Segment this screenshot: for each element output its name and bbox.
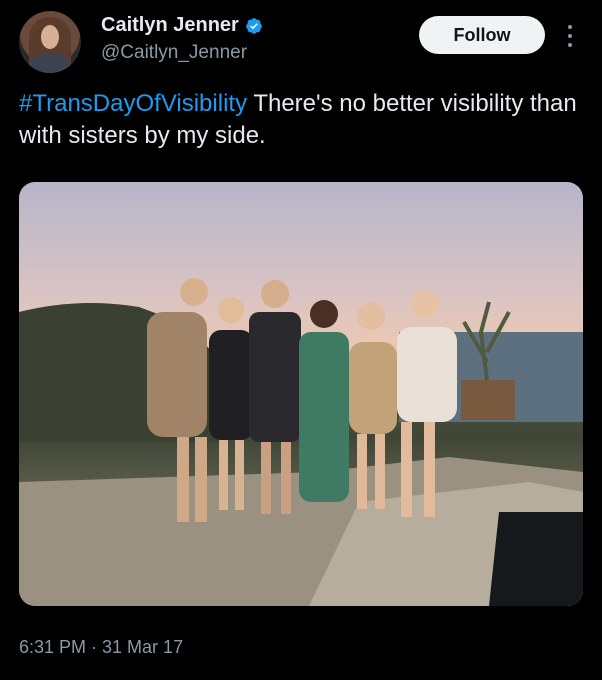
tweet-photo[interactable] [19, 182, 583, 606]
dot [568, 34, 572, 38]
more-options-icon[interactable] [563, 22, 577, 50]
hashtag-link[interactable]: #TransDayOfVisibility [19, 90, 247, 117]
tweet-timestamp[interactable]: 6:31 PM · 31 Mar 17 [19, 637, 183, 658]
author-display-name[interactable]: Caitlyn Jenner [101, 14, 239, 37]
tweet-text: #TransDayOfVisibility There's no better … [19, 88, 579, 152]
photo-scene [19, 278, 583, 606]
dot [568, 43, 572, 47]
pool [489, 512, 583, 606]
planter [461, 380, 515, 420]
avatar-face [41, 25, 59, 49]
dot [568, 25, 572, 29]
follow-button[interactable]: Follow [419, 16, 545, 54]
author-name-row[interactable]: Caitlyn Jenner [101, 14, 263, 37]
verified-badge-icon [245, 17, 262, 34]
avatar[interactable] [19, 11, 81, 73]
author-handle[interactable]: @Caitlyn_Jenner [101, 42, 247, 64]
